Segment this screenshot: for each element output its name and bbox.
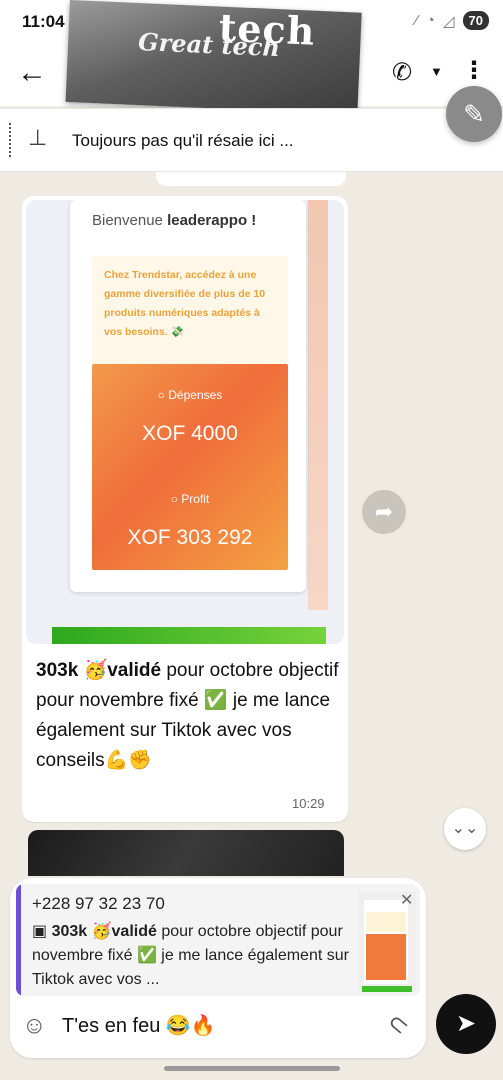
message-input[interactable] [62,1008,362,1042]
status-time: 11:04 [22,12,65,31]
message-timestamp: 10:29 [292,796,325,811]
pinned-indicator [9,123,12,157]
pinned-message-text: Toujours pas qu'il résaie ici ... [72,131,294,150]
welcome-prefix: Bienvenue [92,212,163,229]
reply-sender: +228 97 32 23 70 [32,894,165,913]
spend-value: XOF 4000 [142,422,238,445]
wifi-icon: ◔ [425,12,435,29]
welcome-user: leaderappo ! [167,212,257,229]
reply-preview[interactable]: +228 97 32 23 70 ▣ 303k 🥳validé pour oct… [16,884,420,996]
pinned-message-bar[interactable]: ⊥ Toujours pas qu'il résaie ici ... [0,108,503,172]
stats-panel: ○ Dépenses XOF 4000 ○ Profit XOF 303 292 [92,364,288,570]
thumb-stats [366,934,406,980]
dashboard-card: Bienvenue leaderappo ! Chez Trendstar, a… [70,200,306,592]
thumb-bar [362,986,412,992]
forward-icon[interactable]: ➦ [362,490,406,534]
more-options-icon[interactable]: ⋮ [462,54,486,88]
edit-pencil-icon[interactable]: ✎ [446,86,502,142]
progress-green-bar [52,627,326,644]
message-bubble[interactable]: Bienvenue leaderappo ! Chez Trendstar, a… [22,196,348,822]
spend-label-text: Dépenses [168,388,223,402]
gesture-bar[interactable] [164,1066,340,1071]
next-message-image[interactable] [28,830,344,876]
close-icon[interactable]: ✕ [400,890,413,910]
previous-message-tail [156,172,346,186]
welcome-text: Bienvenue leaderappo ! [92,212,256,229]
send-button[interactable]: ➤ [436,994,496,1054]
phone-icon[interactable]: ✆ [392,58,412,87]
banner-subtitle: Great tech [137,27,281,63]
profit-label-text: Profit [181,492,210,506]
channel-banner-image[interactable]: tech Great tech [65,0,362,115]
reply-accent-bar [16,884,21,996]
message-caption: 303k 🥳validé pour octobre objectif pour … [36,656,340,776]
spend-label: ○ Dépenses [157,388,223,402]
mute-icon: ⁄ [415,12,418,29]
message-composer: +228 97 32 23 70 ▣ 303k 🥳validé pour oct… [10,878,426,1058]
chevron-down-icon[interactable]: ▼ [430,64,443,79]
profit-value: XOF 303 292 [127,526,253,549]
battery-icon: 70 [462,11,489,30]
image-edge [308,200,328,610]
reply-bold: 303k 🥳validé [51,923,157,940]
signal-icon: ◿ [442,12,455,30]
thumb-promo [366,912,406,932]
reply-text: ▣ 303k 🥳validé pour octobre objectif pou… [32,920,352,992]
profit-label: ○ Profit [170,492,210,506]
caption-bold: 303k 🥳validé [36,660,162,681]
back-arrow-icon[interactable]: ← [14,54,50,92]
image-icon: ▣ [32,923,52,940]
scroll-down-icon[interactable]: ⌄⌄ [444,808,486,850]
status-icons: ⁄ ◔ ◿ 70 [415,11,489,30]
pin-icon: ⊥ [28,125,48,150]
paperclip-icon[interactable]: ⊂ [381,1007,415,1042]
sticker-icon[interactable]: ☺ [22,1012,47,1040]
message-image[interactable]: Bienvenue leaderappo ! Chez Trendstar, a… [26,200,344,644]
